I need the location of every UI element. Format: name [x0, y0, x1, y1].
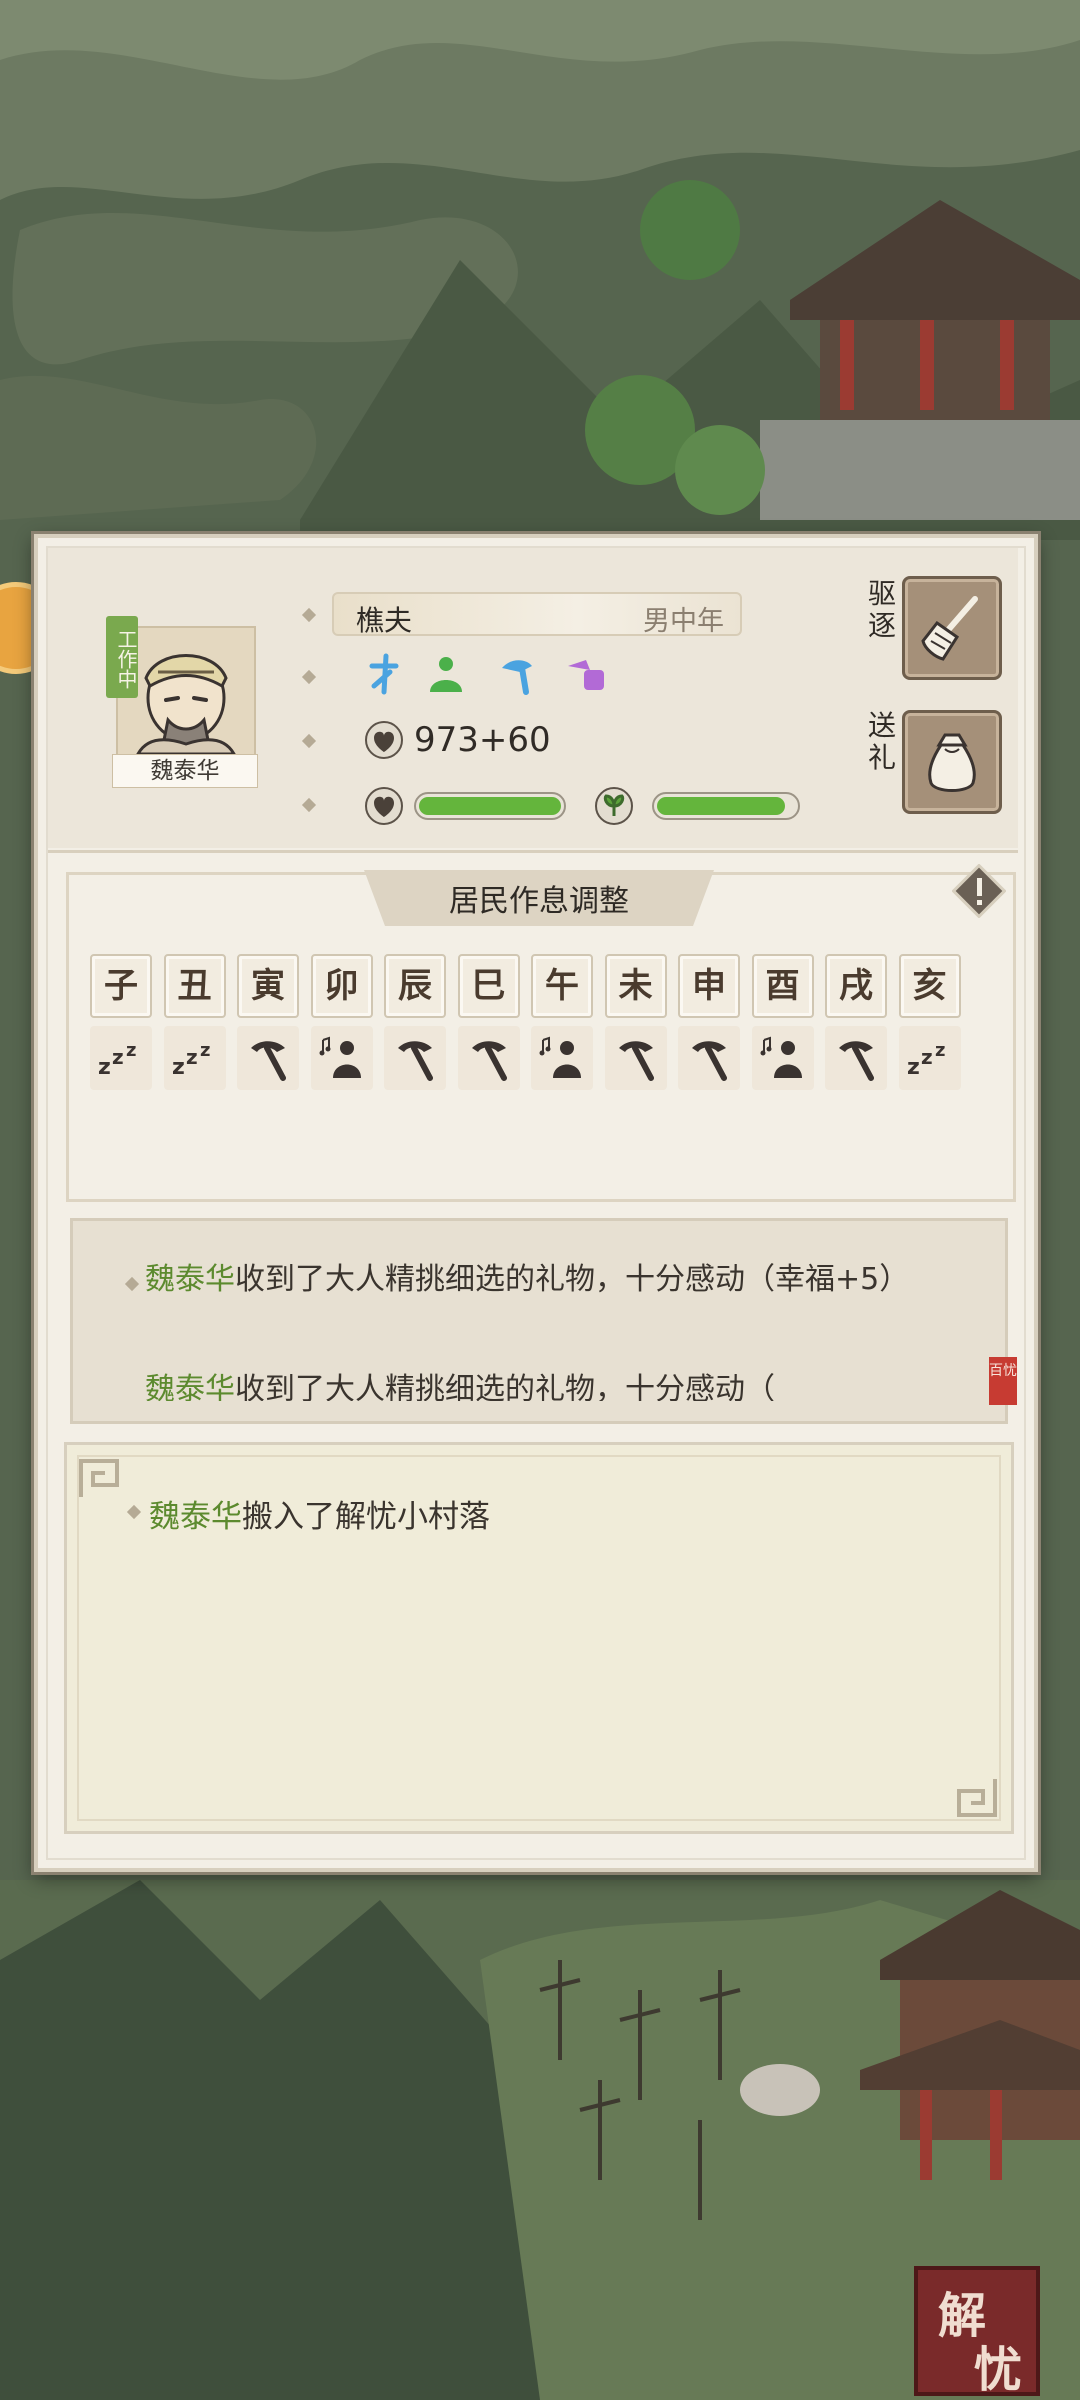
warning-icon[interactable]: [952, 864, 1006, 918]
sprout-icon: [595, 787, 633, 825]
health-bar-fill: [419, 797, 561, 815]
bullet-icon: [301, 733, 317, 749]
resident-detail-panel: 工作中 魏泰华 樵夫 男中年 973+60 驱逐 送礼 居民作息调整 魏泰华收到…: [34, 534, 1038, 1872]
purple-pot-icon[interactable]: [564, 652, 608, 696]
broom-icon: [921, 596, 978, 661]
work-icon: [471, 1041, 507, 1081]
village-menu-button[interactable]: 解 忧: [914, 2266, 1040, 2398]
work-icon: [251, 1041, 286, 1081]
log-entry: 魏泰华搬入了解忧小村落: [149, 1491, 490, 1536]
heart-icon: [365, 787, 403, 825]
activity-work-cell[interactable]: [237, 1026, 299, 1090]
resident-name-link[interactable]: 魏泰华: [145, 1372, 235, 1401]
activity-work-cell[interactable]: [384, 1026, 446, 1090]
interaction-log: 魏泰华收到了大人精挑细选的礼物，十分感动（幸福+5） 魏泰华收到了大人精挑细选的…: [70, 1218, 1017, 1424]
corner-ornament-icon: [957, 1779, 997, 1817]
sleep-icon: zzz: [172, 1040, 210, 1080]
work-icon: [692, 1041, 727, 1081]
hour-cell[interactable]: 寅: [237, 954, 299, 1018]
seal-stamp-icon: 百忧: [989, 1357, 1017, 1405]
work-icon: [839, 1041, 874, 1081]
job-title: 樵夫: [356, 604, 413, 637]
mood-bar-fill: [657, 797, 786, 815]
svg-text:z: z: [186, 1045, 198, 1069]
resident-header: 工作中 魏泰华 樵夫 男中年 973+60 驱逐 送礼: [48, 548, 1018, 848]
event-log: 魏泰华搬入了解忧小村落: [64, 1442, 1014, 1834]
svg-text:z: z: [200, 1040, 210, 1061]
corner-ornament-icon: [79, 1459, 119, 1497]
hour-cell[interactable]: 辰: [384, 954, 446, 1018]
log-entry: 魏泰华收到了大人精挑细选的礼物，十分感动（幸福+5）: [145, 1261, 945, 1299]
activity-work-cell[interactable]: [678, 1026, 740, 1090]
activity-leisure-cell[interactable]: [310, 1026, 373, 1090]
resident-name-link[interactable]: 魏泰华: [145, 1262, 235, 1297]
hour-cell[interactable]: 戌: [825, 954, 887, 1018]
activity-work-cell[interactable]: [825, 1026, 887, 1090]
hour-cell[interactable]: 午: [531, 954, 593, 1018]
hour-cell[interactable]: 子: [90, 954, 152, 1018]
activity-leisure-cell[interactable]: [531, 1026, 593, 1090]
bullet-icon: [301, 607, 317, 623]
woodcutter-portrait-icon: [118, 628, 254, 756]
svg-text:z: z: [126, 1040, 136, 1061]
brand-char: 忧: [974, 2342, 1023, 2398]
hour-cell[interactable]: 申: [678, 954, 740, 1018]
log-entry: 魏泰华收到了大人精挑细选的礼物，十分感动（: [145, 1371, 945, 1401]
svg-text:z: z: [172, 1055, 185, 1080]
svg-text:z: z: [921, 1045, 933, 1069]
activity-work-cell[interactable]: [457, 1026, 520, 1090]
expel-label: 驱逐: [867, 577, 896, 642]
expel-button[interactable]: [902, 576, 1002, 680]
sleep-icon: zzz: [907, 1040, 945, 1080]
activity-sleep-cell[interactable]: zzz: [163, 1026, 226, 1090]
header-divider: [48, 850, 1018, 853]
hour-cell[interactable]: 巳: [457, 954, 520, 1018]
activity-leisure-cell[interactable]: [751, 1026, 814, 1090]
health-bar: [414, 792, 566, 820]
leisure-icon: [760, 1036, 802, 1078]
bullet-icon: [301, 797, 317, 813]
log-entry-text: 搬入了解忧小村落: [242, 1499, 490, 1535]
bullet-icon: [124, 1276, 140, 1292]
work-icon: [618, 1041, 654, 1081]
activity-sleep-cell[interactable]: zzz: [898, 1026, 961, 1090]
hour-cell[interactable]: 亥: [898, 954, 961, 1018]
green-incense-icon[interactable]: [424, 652, 468, 696]
resident-name: 魏泰华: [112, 754, 258, 788]
coin-heart-icon: [365, 721, 403, 759]
svg-text:z: z: [112, 1045, 124, 1069]
log-entry-text: 收到了大人精挑细选的礼物，十分感动（: [235, 1372, 775, 1401]
sleep-icon: zzz: [98, 1040, 136, 1080]
resident-name-link[interactable]: 魏泰华: [149, 1499, 242, 1535]
svg-text:z: z: [98, 1055, 111, 1080]
activity-work-cell[interactable]: [604, 1026, 667, 1090]
gift-label: 送礼: [867, 709, 896, 774]
leisure-icon: [319, 1036, 361, 1078]
leisure-icon: [539, 1036, 581, 1078]
status-badge: 工作中: [106, 616, 138, 698]
hour-cell[interactable]: 卯: [310, 954, 373, 1018]
gift-bag-icon: [928, 733, 976, 792]
schedule-title: 居民作息调整: [449, 884, 629, 919]
gift-button[interactable]: [902, 710, 1002, 814]
mood-bar: [652, 792, 800, 820]
blue-talent-icon[interactable]: [364, 652, 404, 696]
hour-cell[interactable]: 丑: [163, 954, 226, 1018]
blue-axe-icon[interactable]: [496, 652, 540, 696]
log-entry-text: 收到了大人精挑细选的礼物，十分感动（幸福+5）: [235, 1262, 910, 1297]
hour-cell[interactable]: 未: [604, 954, 667, 1018]
svg-text:z: z: [935, 1040, 945, 1061]
money-stat: 973+60: [414, 720, 551, 760]
work-icon: [398, 1041, 433, 1081]
gender-age: 男中年: [643, 606, 724, 637]
activity-sleep-cell[interactable]: zzz: [90, 1026, 152, 1090]
bullet-icon: [301, 669, 317, 685]
hour-cell[interactable]: 酉: [751, 954, 814, 1018]
job-bar: 樵夫 男中年: [332, 592, 742, 637]
svg-text:z: z: [907, 1055, 920, 1080]
